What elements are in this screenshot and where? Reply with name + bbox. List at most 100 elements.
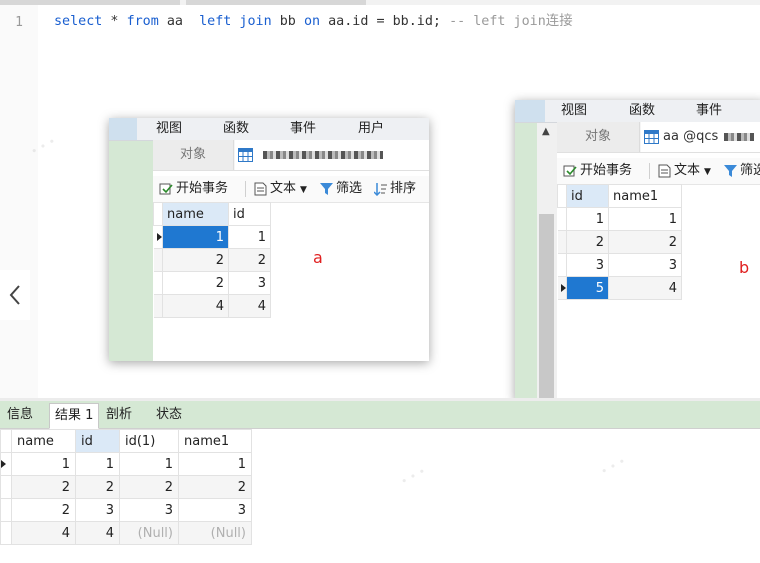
menu-item-event[interactable]: 事件 xyxy=(696,100,722,122)
redacted-tab-label xyxy=(724,132,755,141)
table-cell[interactable]: 5 xyxy=(566,276,609,300)
scrollbar-thumb[interactable] xyxy=(539,214,554,402)
table-cell[interactable]: 2 xyxy=(566,230,609,254)
table-cell[interactable]: 4 xyxy=(11,521,76,545)
column-header-id[interactable]: id xyxy=(75,429,120,453)
tab-objects[interactable]: 对象 xyxy=(557,122,640,152)
annotation-label-b: b xyxy=(739,258,750,277)
table-cell[interactable]: 2 xyxy=(608,230,682,254)
chevron-down-icon: ▼ xyxy=(704,167,711,177)
result-grid-area[interactable]: name id id(1) name1 1 1 1 1 2 2 2 2 2 3 … xyxy=(0,429,760,563)
column-header-name[interactable]: name xyxy=(162,202,229,226)
redacted-tab-label xyxy=(263,150,383,159)
vertical-scroll-area[interactable]: ▲ xyxy=(537,122,557,402)
table-cell-null[interactable]: (Null) xyxy=(178,521,252,545)
menu-item-user[interactable]: 用户 xyxy=(358,118,384,140)
table-cell[interactable]: 2 xyxy=(228,248,271,272)
table-cell[interactable]: 2 xyxy=(119,475,179,499)
tab-profile[interactable]: 剖析 xyxy=(101,403,137,427)
table-cell[interactable]: 3 xyxy=(608,253,682,277)
table-cell[interactable]: 2 xyxy=(162,271,229,295)
tab-objects[interactable]: 对象 xyxy=(153,140,234,170)
table-cell[interactable]: 3 xyxy=(178,498,252,522)
scroll-up-icon[interactable]: ▲ xyxy=(542,126,550,137)
menu-item-view[interactable]: 视图 xyxy=(156,118,182,140)
table-row[interactable]: 2 2 xyxy=(557,230,682,254)
sql-code-line[interactable]: select * from aa left join bb on aa.id =… xyxy=(54,9,573,29)
table-cell[interactable]: 2 xyxy=(11,475,76,499)
window-side-bar xyxy=(515,100,537,402)
sort-label: 排序 xyxy=(390,181,417,196)
table-cell[interactable]: 1 xyxy=(178,452,252,476)
table-cell[interactable]: 1 xyxy=(119,452,179,476)
menu-item-function[interactable]: 函数 xyxy=(223,118,249,140)
table-a-grid[interactable]: name id 1 1 2 2 2 3 4 4 xyxy=(153,202,271,318)
text-view-button[interactable]: 文本 ▼ xyxy=(254,176,307,202)
table-cell[interactable]: 2 xyxy=(11,498,76,522)
table-cell[interactable]: 3 xyxy=(75,498,120,522)
table-row[interactable]: 1 1 xyxy=(557,207,682,231)
row-marker xyxy=(153,225,163,249)
table-cell[interactable]: 3 xyxy=(228,271,271,295)
table-cell[interactable]: 1 xyxy=(228,225,271,249)
table-cell[interactable]: 3 xyxy=(119,498,179,522)
menu-bar: 视图 函数 事件 xyxy=(515,100,760,123)
result-grid[interactable]: name id id(1) name1 1 1 1 1 2 2 2 2 2 3 … xyxy=(0,429,252,545)
table-row[interactable]: 2 2 xyxy=(153,248,271,272)
table-cell[interactable]: 4 xyxy=(608,276,682,300)
current-row-indicator-icon xyxy=(156,233,162,241)
column-header-name1[interactable]: name1 xyxy=(178,429,252,453)
table-b-grid[interactable]: id name1 1 1 2 2 3 3 5 4 xyxy=(557,184,682,300)
table-cell[interactable]: 3 xyxy=(566,253,609,277)
table-cell[interactable]: 1 xyxy=(608,207,682,231)
table-cell[interactable]: 1 xyxy=(75,452,120,476)
table-cell[interactable]: 2 xyxy=(178,475,252,499)
table-cell[interactable]: 4 xyxy=(75,521,120,545)
begin-transaction-button[interactable]: 开始事务 xyxy=(563,158,632,184)
table-cell[interactable]: 2 xyxy=(75,475,120,499)
table-row[interactable]: 1 1 xyxy=(153,225,271,249)
tab-info[interactable]: 信息 xyxy=(2,403,38,427)
table-row[interactable]: 1 1 1 1 xyxy=(0,452,252,476)
table-row[interactable]: 2 3 xyxy=(153,271,271,295)
column-header-id-1[interactable]: id(1) xyxy=(119,429,179,453)
tab-table[interactable] xyxy=(235,140,429,170)
table-header-row: name id xyxy=(153,202,271,226)
row-marker xyxy=(557,276,567,300)
column-header-id[interactable]: id xyxy=(228,202,271,226)
menu-item-event[interactable]: 事件 xyxy=(290,118,316,140)
table-cell[interactable]: 1 xyxy=(162,225,229,249)
line-number-gutter: 1 xyxy=(0,5,38,400)
table-row[interactable]: 2 3 3 3 xyxy=(0,498,252,522)
menu-item-view[interactable]: 视图 xyxy=(561,100,587,122)
menu-item-function[interactable]: 函数 xyxy=(629,100,655,122)
column-header-name1[interactable]: name1 xyxy=(608,184,682,208)
filter-label: 筛选 xyxy=(740,163,760,178)
column-header-name[interactable]: name xyxy=(11,429,76,453)
tab-status[interactable]: 状态 xyxy=(151,403,187,427)
toolbar-divider xyxy=(649,163,650,179)
table-cell-null[interactable]: (Null) xyxy=(119,521,179,545)
tab-table[interactable]: aa @qcs xyxy=(641,122,760,152)
sort-button[interactable]: 排序 xyxy=(373,176,417,202)
table-row[interactable]: 3 3 xyxy=(557,253,682,277)
filter-button[interactable]: 筛选 xyxy=(724,158,760,184)
table-cell[interactable]: 4 xyxy=(228,294,271,318)
table-row[interactable]: 4 4 (Null) (Null) xyxy=(0,521,252,545)
sql-token: aa xyxy=(158,14,200,29)
table-cell[interactable]: 1 xyxy=(11,452,76,476)
grid-toolbar: 开始事务 文本 ▼ 筛选 排序 xyxy=(153,176,429,203)
column-header-id[interactable]: id xyxy=(566,184,609,208)
table-cell[interactable]: 1 xyxy=(566,207,609,231)
tab-result-1[interactable]: 结果 1 xyxy=(49,403,100,429)
text-view-button[interactable]: 文本 ▼ xyxy=(658,158,711,184)
filter-button[interactable]: 筛选 xyxy=(320,176,362,202)
previous-arrow-button[interactable] xyxy=(0,270,30,320)
table-row[interactable]: 2 2 2 2 xyxy=(0,475,252,499)
table-cell[interactable]: 4 xyxy=(162,294,229,318)
table-row[interactable]: 5 4 xyxy=(557,276,682,300)
row-marker xyxy=(0,452,12,476)
table-row[interactable]: 4 4 xyxy=(153,294,271,318)
begin-transaction-button[interactable]: 开始事务 xyxy=(159,176,228,202)
table-cell[interactable]: 2 xyxy=(162,248,229,272)
